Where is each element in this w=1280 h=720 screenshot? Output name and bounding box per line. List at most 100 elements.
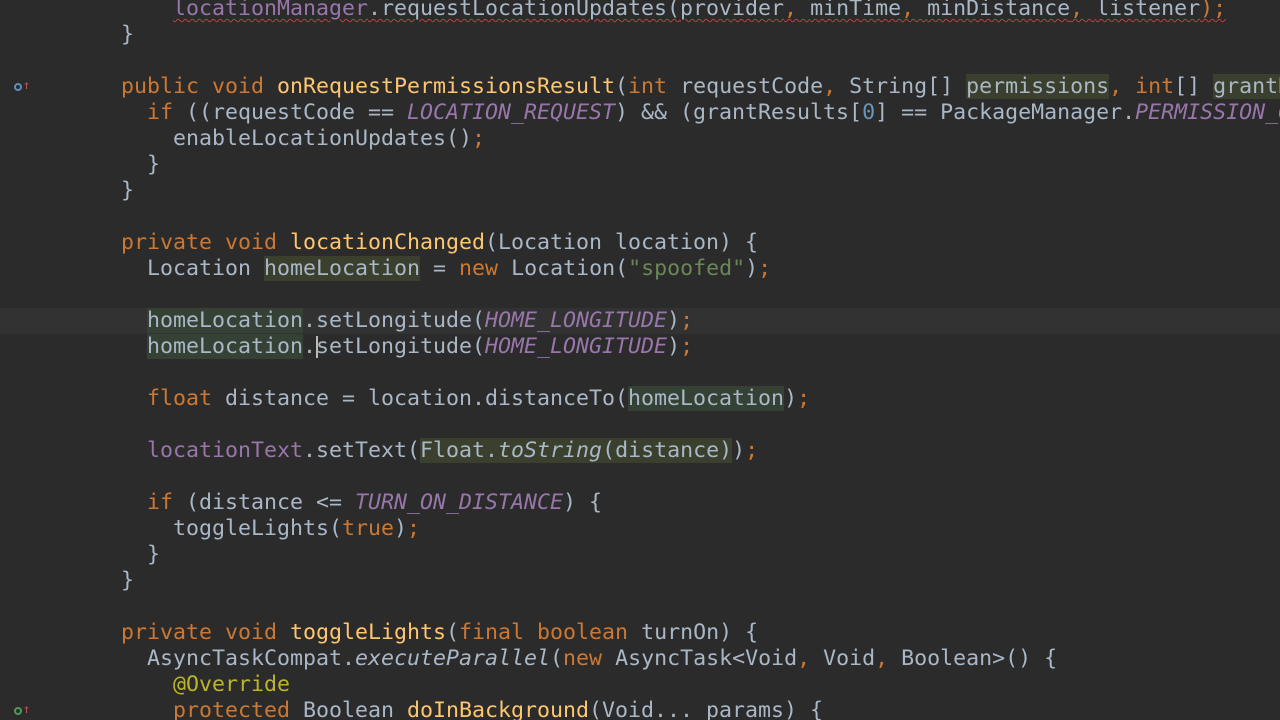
code-line[interactable]: }: [0, 568, 1280, 594]
code-token: Location(: [511, 256, 629, 281]
code-text: homeLocation.setLongitude(HOME_LONGITUDE…: [147, 308, 693, 334]
code-text: AsyncTaskCompat.executeParallel(new Asyn…: [147, 646, 1057, 672]
code-token: turnOn) {: [641, 620, 759, 645]
code-token: ;: [745, 438, 759, 463]
code-line[interactable]: Location homeLocation = new Location("sp…: [0, 256, 1280, 282]
code-token: float: [147, 386, 226, 411]
code-line[interactable]: [0, 48, 1280, 74]
code-text: }: [147, 152, 160, 178]
code-line[interactable]: }: [0, 22, 1280, 48]
code-text: homeLocation.setLongitude(HOME_LONGITUDE…: [147, 334, 693, 360]
code-token: private void: [121, 230, 291, 255]
code-token: locationChanged: [290, 230, 486, 255]
code-token: ] == PackageManager.: [875, 100, 1136, 125]
code-token: if: [147, 490, 187, 515]
code-line[interactable]: homeLocation.setLongitude(HOME_LONGITUDE…: [0, 334, 1280, 360]
override-method-icon[interactable]: ↑: [14, 74, 38, 100]
code-line[interactable]: }: [0, 178, 1280, 204]
code-line[interactable]: toggleLights(true);: [0, 516, 1280, 542]
arrow-up-icon: ↑: [23, 702, 31, 716]
code-token: (: [550, 646, 564, 671]
code-token: Boolean>() {: [901, 646, 1058, 671]
code-token: doInBackground: [407, 698, 590, 720]
code-line[interactable]: AsyncTaskCompat.executeParallel(new Asyn…: [0, 646, 1280, 672]
method-marker-dot-icon: [14, 82, 22, 91]
code-token: enableLocationUpdates(): [173, 126, 473, 151]
code-line[interactable]: [0, 204, 1280, 230]
code-token: ;: [407, 516, 421, 541]
arrow-up-icon: ↑: [23, 78, 31, 92]
code-token: Boolean: [303, 698, 408, 720]
code-token: ): [667, 308, 681, 333]
code-token: (: [615, 74, 629, 99]
code-text: private void toggleLights(final boolean …: [121, 620, 758, 646]
code-token: (distance): [602, 438, 733, 463]
code-token: requestCode: [680, 74, 824, 99]
code-line[interactable]: if (distance <= TURN_ON_DISTANCE) {: [0, 490, 1280, 516]
code-line[interactable]: private void toggleLights(final boolean …: [0, 620, 1280, 646]
code-token: true: [342, 516, 395, 541]
code-line[interactable]: protected Boolean doInBackground(Void...…: [0, 698, 1280, 720]
code-token: Location: [147, 256, 265, 281]
code-text: }: [121, 178, 134, 204]
code-token: int: [628, 74, 681, 99]
code-token: ): [784, 386, 798, 411]
code-line[interactable]: [0, 594, 1280, 620]
code-line[interactable]: public void onRequestPermissionsResult(i…: [0, 74, 1280, 100]
code-text: locationText.setText(Float.toString(dist…: [147, 438, 758, 464]
code-token: ;: [472, 126, 486, 151]
code-token: ((requestCode ==: [186, 100, 408, 125]
code-token: executeParallel: [355, 646, 551, 671]
code-token: protected: [173, 698, 304, 720]
code-line[interactable]: [0, 360, 1280, 386]
code-token: public void: [121, 74, 278, 99]
code-token: }: [121, 22, 135, 47]
code-token: locationText: [147, 438, 304, 463]
code-line[interactable]: }: [0, 542, 1280, 568]
code-token: HOME_LONGITUDE: [485, 334, 668, 359]
code-token: locationManager: [173, 0, 369, 21]
code-line[interactable]: [0, 282, 1280, 308]
code-token: String[]: [849, 74, 967, 99]
code-token: .setLongitude(: [303, 308, 486, 333]
code-token: Void: [823, 646, 876, 671]
code-token: HOME_LONGITUDE: [485, 308, 668, 333]
code-line[interactable]: locationText.setText(Float.toString(dist…: [0, 438, 1280, 464]
code-editor[interactable]: locationManager.requestLocationUpdates(p…: [0, 0, 1280, 720]
code-token: ): [745, 256, 759, 281]
code-text: @Override: [173, 672, 290, 698]
code-line[interactable]: float distance = location.distanceTo(hom…: [0, 386, 1280, 412]
code-token: setLongitude(: [316, 334, 486, 359]
code-token: distance = location.distanceTo(: [225, 386, 629, 411]
code-line[interactable]: @Override: [0, 672, 1280, 698]
code-token: ,: [784, 0, 811, 21]
code-token: (distance <=: [186, 490, 356, 515]
code-token: @Override: [173, 672, 291, 697]
code-token: .setText(: [303, 438, 421, 463]
code-token: homeLocation: [147, 334, 304, 359]
code-token: toString: [498, 438, 603, 463]
code-token: );: [1200, 0, 1227, 21]
code-token: ): [394, 516, 408, 541]
code-line[interactable]: [0, 464, 1280, 490]
code-line[interactable]: }: [0, 152, 1280, 178]
code-line[interactable]: enableLocationUpdates();: [0, 126, 1280, 152]
code-text: }: [147, 542, 160, 568]
code-text: Location homeLocation = new Location("sp…: [147, 256, 771, 282]
code-token: ,: [797, 646, 824, 671]
code-token: toggleLights(: [173, 516, 343, 541]
code-text: enableLocationUpdates();: [173, 126, 485, 152]
code-line[interactable]: private void locationChanged(Location lo…: [0, 230, 1280, 256]
code-line[interactable]: locationManager.requestLocationUpdates(p…: [0, 0, 1280, 22]
code-token: minTime: [810, 0, 902, 21]
code-line[interactable]: if ((requestCode == LOCATION_REQUEST) &&…: [0, 100, 1280, 126]
code-token: }: [121, 568, 135, 593]
code-line[interactable]: [0, 412, 1280, 438]
implement-method-icon[interactable]: ↑: [14, 698, 38, 720]
code-token: provider: [680, 0, 785, 21]
code-token: .requestLocationUpdates(: [368, 0, 681, 21]
code-token: ): [732, 438, 746, 463]
code-token: final boolean: [459, 620, 642, 645]
code-token: }: [147, 152, 161, 177]
code-line-current[interactable]: homeLocation.setLongitude(HOME_LONGITUDE…: [0, 308, 1280, 334]
